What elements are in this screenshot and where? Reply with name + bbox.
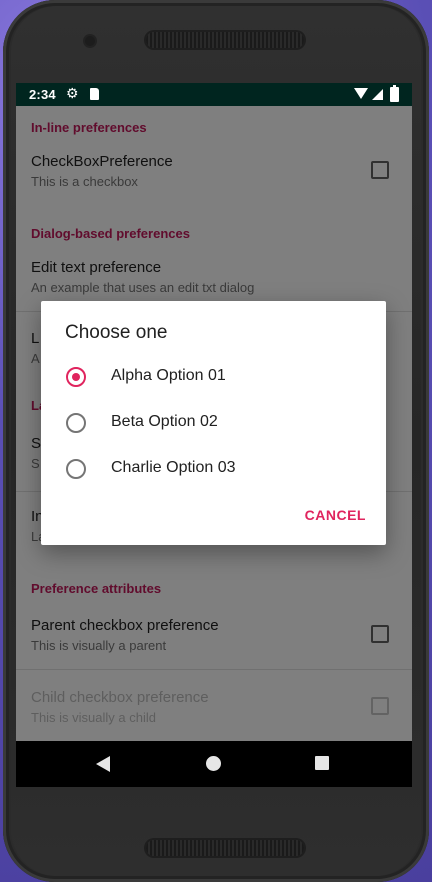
option-label: Alpha Option 01 [111,367,226,384]
wifi-icon [354,88,368,99]
option-label: Charlie Option 03 [111,459,236,476]
front-camera [85,36,95,46]
option-charlie[interactable]: Charlie Option 03 [41,446,386,492]
option-label: Beta Option 02 [111,413,218,430]
signal-icon [372,89,383,100]
battery-icon [390,85,399,102]
option-beta[interactable]: Beta Option 02 [41,400,386,446]
recents-icon[interactable] [315,756,329,770]
navigation-bar [16,741,412,787]
back-icon[interactable] [96,756,110,772]
cancel-button[interactable]: CANCEL [305,507,366,523]
top-speaker [146,32,304,48]
dialog-title: Choose one [65,322,168,343]
bottom-speaker [146,840,304,856]
status-bar: 2:34 ⚙ [16,83,412,106]
radio-button-checked[interactable] [66,367,86,387]
option-alpha[interactable]: Alpha Option 01 [41,354,386,400]
status-time: 2:34 [29,87,56,102]
choose-one-dialog: Choose one Alpha Option 01 Beta Option 0… [41,301,386,545]
radio-button[interactable] [66,459,86,479]
radio-button[interactable] [66,413,86,433]
gear-icon: ⚙ [66,85,79,101]
sd-card-icon [90,88,99,100]
home-icon[interactable] [206,756,221,771]
